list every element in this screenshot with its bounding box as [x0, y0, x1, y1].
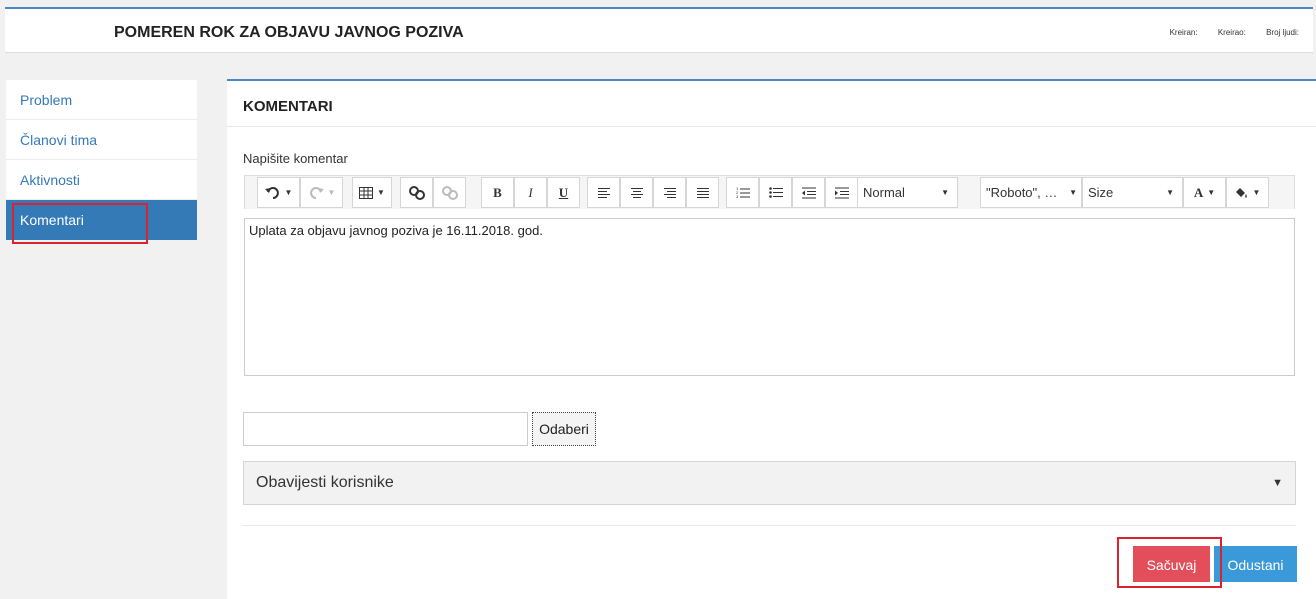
font-color-button[interactable]: A ▼	[1183, 177, 1226, 208]
notify-users-label: Obavijesti korisnike	[256, 474, 394, 491]
align-center-icon	[630, 187, 643, 198]
indent-button[interactable]	[825, 177, 858, 208]
sidebar-item-comments[interactable]: Komentari	[6, 200, 197, 240]
undo-button[interactable]: ▼	[257, 177, 300, 208]
paragraph-style-value: Normal	[863, 185, 905, 200]
comment-label: Napišite komentar	[243, 151, 348, 166]
align-center-button[interactable]	[620, 177, 653, 208]
underline-icon: U	[558, 184, 569, 200]
align-right-button[interactable]	[653, 177, 686, 208]
unordered-list-button[interactable]	[759, 177, 792, 208]
chevron-down-icon: ▼	[1252, 188, 1261, 197]
link-button[interactable]	[400, 177, 433, 208]
panel-title: KOMENTARI	[243, 98, 333, 115]
redo-button[interactable]: ▼	[300, 177, 343, 208]
meta-created-by: Kreirao:	[1217, 28, 1246, 37]
font-size-select[interactable]: Size ▼	[1082, 177, 1183, 208]
sidebar-item-activities[interactable]: Aktivnosti	[6, 160, 197, 200]
bold-button[interactable]: B	[481, 177, 514, 208]
font-color-icon: A	[1193, 184, 1204, 200]
chevron-down-icon: ▼	[284, 188, 293, 197]
paragraph-style-select[interactable]: Normal ▼	[857, 177, 958, 208]
comment-text: Uplata za objavu javnog poziva je 16.11.…	[249, 223, 543, 238]
page-header: POMEREN ROK ZA OBJAVU JAVNOG POZIVA Krei…	[5, 7, 1313, 53]
indent-icon	[834, 187, 849, 198]
sidebar-item-problem[interactable]: Problem	[6, 80, 197, 120]
header-meta: Kreiran: Kreirao: Broj ljudi:	[1152, 28, 1299, 37]
editor-toolbar: ▼ ▼ ▼ B I U 1 2 3 Normal ▼ "Roboto", … ▼…	[244, 175, 1295, 209]
bold-icon: B	[493, 184, 502, 200]
notify-users-select[interactable]: Obavijesti korisnike ▼	[243, 461, 1296, 505]
table-button[interactable]: ▼	[352, 177, 392, 208]
file-name-input[interactable]	[243, 412, 528, 446]
comment-editor[interactable]: Uplata za objavu javnog poziva je 16.11.…	[244, 218, 1295, 376]
meta-created: Kreiran:	[1169, 28, 1198, 37]
italic-button[interactable]: I	[514, 177, 547, 208]
cancel-button[interactable]: Odustani	[1214, 546, 1297, 582]
link-icon	[408, 185, 425, 200]
chevron-down-icon: ▼	[1069, 188, 1077, 197]
font-family-value: "Roboto", …	[986, 185, 1058, 200]
align-justify-button[interactable]	[686, 177, 719, 208]
font-size-value: Size	[1088, 185, 1114, 200]
align-left-icon	[597, 187, 610, 198]
table-icon	[359, 186, 374, 199]
outdent-icon	[801, 187, 816, 198]
align-left-button[interactable]	[587, 177, 620, 208]
unlink-icon	[441, 185, 458, 200]
save-button[interactable]: Sačuvaj	[1133, 546, 1210, 582]
redo-icon	[309, 186, 324, 199]
chevron-down-icon: ▼	[1166, 188, 1174, 197]
chevron-down-icon: ▼	[327, 188, 336, 197]
page-title: POMEREN ROK ZA OBJAVU JAVNOG POZIVA	[114, 24, 464, 41]
align-justify-icon	[696, 187, 709, 198]
divider	[243, 525, 1296, 526]
align-right-icon	[663, 187, 676, 198]
italic-icon: I	[528, 184, 533, 200]
divider	[227, 126, 1316, 127]
chevron-down-icon: ▼	[941, 188, 949, 197]
undo-icon	[264, 186, 279, 199]
sidebar: Problem Članovi tima Aktivnosti Komentar…	[6, 80, 197, 240]
font-family-select[interactable]: "Roboto", … ▼	[980, 177, 1082, 208]
outdent-button[interactable]	[792, 177, 825, 208]
ordered-list-button[interactable]: 123	[726, 177, 759, 208]
paint-bucket-icon	[1235, 187, 1247, 198]
svg-text:3: 3	[736, 194, 739, 199]
unlink-button[interactable]	[433, 177, 466, 208]
highlight-color-button[interactable]: ▼	[1226, 177, 1269, 208]
chevron-down-icon: ▼	[377, 188, 385, 197]
sidebar-item-team-members[interactable]: Članovi tima	[6, 120, 197, 160]
chevron-down-icon: ▼	[1272, 477, 1283, 489]
underline-button[interactable]: U	[547, 177, 580, 208]
ordered-list-icon: 123	[736, 186, 750, 199]
unordered-list-icon	[768, 187, 783, 198]
chevron-down-icon: ▼	[1207, 188, 1216, 197]
meta-people-count: Broj ljudi:	[1266, 28, 1299, 37]
comments-panel: KOMENTARI Napišite komentar ▼ ▼ ▼ B I U	[227, 79, 1316, 599]
choose-file-button[interactable]: Odaberi	[532, 412, 596, 446]
